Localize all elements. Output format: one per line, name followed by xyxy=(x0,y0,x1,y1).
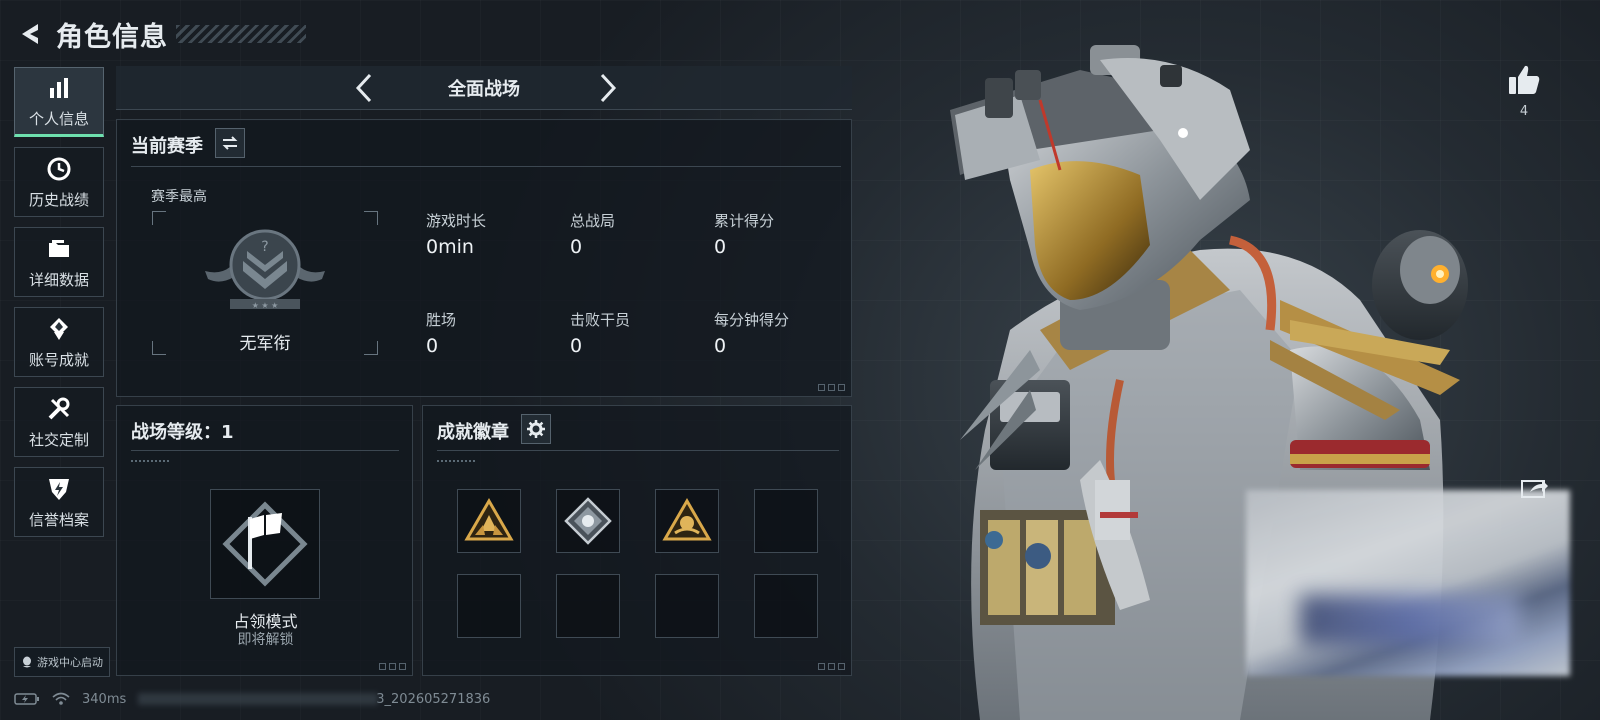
blurred-overlay xyxy=(1246,490,1570,676)
share-button[interactable] xyxy=(1520,478,1550,500)
stat-value-total-matches: 0 xyxy=(570,236,583,258)
badge-slot-8[interactable] xyxy=(754,574,818,638)
session-id-suffix: 3_202605271836 xyxy=(376,691,491,707)
battlefield-panel-divider xyxy=(131,450,399,451)
badge-slot-5[interactable] xyxy=(457,574,521,638)
history-clock-icon xyxy=(45,155,73,183)
stat-value-score-per-minute: 0 xyxy=(714,335,727,357)
mode-selector: 全面战场 xyxy=(116,66,852,110)
share-icon xyxy=(1521,480,1548,498)
blurred-player-id xyxy=(138,693,379,705)
blurred-overlay-band xyxy=(1300,595,1520,645)
rank-label: 无军衔 xyxy=(239,334,291,354)
stat-label-playtime: 游戏时长 xyxy=(426,212,487,230)
sidebar-item-personal-info[interactable]: 个人信息 xyxy=(14,67,104,137)
panel-corner-decoration xyxy=(379,663,406,670)
panel-corner-decoration xyxy=(818,663,845,670)
season-switch-button[interactable] xyxy=(215,128,245,158)
wifi-icon xyxy=(52,692,70,705)
like-button[interactable] xyxy=(1506,62,1542,98)
badge-slot-2[interactable] xyxy=(556,489,620,553)
thumbs-up-icon xyxy=(1509,65,1540,94)
season-panel-divider xyxy=(131,166,841,167)
badge-slot-7[interactable] xyxy=(655,574,719,638)
game-center-launch-tag[interactable]: 游戏中心启动 xyxy=(14,647,110,677)
like-count: 4 xyxy=(1519,104,1529,119)
sidebar-item-social-customization[interactable]: 社交定制 xyxy=(14,387,104,457)
status-bar: 340ms 3_202605271836 xyxy=(14,688,490,710)
achievement-medal-icon xyxy=(45,315,73,343)
chevron-left-icon xyxy=(355,73,372,103)
stat-value-total-score: 0 xyxy=(714,236,727,258)
achievements-settings-button[interactable] xyxy=(521,414,551,444)
back-button[interactable] xyxy=(14,18,46,50)
gold-triangle-emblem-badge-icon xyxy=(662,498,712,541)
mode-prev-button[interactable] xyxy=(348,72,380,104)
qq-icon xyxy=(23,656,31,668)
stat-value-playtime: 0min xyxy=(426,236,474,258)
ping-readout: 340ms xyxy=(82,691,127,707)
badge-slot-4[interactable] xyxy=(754,489,818,553)
panel-tick-decoration xyxy=(437,460,477,462)
sidebar-item-label: 账号成就 xyxy=(28,350,89,369)
stat-label-total-matches: 总战局 xyxy=(570,212,616,230)
sidebar-item-reputation[interactable]: 信誉档案 xyxy=(14,467,104,537)
page-title: 角色信息 xyxy=(56,21,168,53)
sidebar-item-label: 个人信息 xyxy=(28,109,89,128)
sidebar-item-label: 社交定制 xyxy=(28,430,89,449)
game-screen: 角色信息 个人信息 历史战绩 详细数据 账号成就 社交定制 信誉档案 游戏中心启… xyxy=(0,0,1600,720)
battlefield-level-title: 战场等级：1 xyxy=(131,422,234,443)
sidebar-item-label: 信誉档案 xyxy=(28,510,89,529)
stat-label-total-score: 累计得分 xyxy=(714,212,775,230)
badge-slot-3[interactable] xyxy=(655,489,719,553)
season-panel-title: 当前赛季 xyxy=(131,136,203,157)
silver-diamond-badge-icon xyxy=(564,497,612,545)
capture-mode-status: 即将解锁 xyxy=(237,632,294,648)
swap-arrows-icon xyxy=(222,136,238,150)
achievements-title: 成就徽章 xyxy=(437,422,509,443)
badge-slot-1[interactable] xyxy=(457,489,521,553)
rank-emblem-icon: ? ★ ★ ★ xyxy=(205,229,325,310)
stat-label-wins: 胜场 xyxy=(426,311,457,329)
sidebar-item-match-history[interactable]: 历史战绩 xyxy=(14,147,104,217)
panel-corner-decoration xyxy=(818,384,845,391)
back-arrow-icon xyxy=(22,24,38,44)
sidebar-item-detailed-data[interactable]: 详细数据 xyxy=(14,227,104,297)
sidebar-item-account-achievements[interactable]: 账号成就 xyxy=(14,307,104,377)
header-stripes xyxy=(176,25,306,43)
sidebar-item-label: 历史战绩 xyxy=(28,190,89,209)
svg-text:?: ? xyxy=(261,239,268,255)
stat-value-operators-defeated: 0 xyxy=(570,335,583,357)
season-best-label: 赛季最高 xyxy=(151,189,207,205)
gear-icon xyxy=(527,420,545,438)
header: 角色信息 xyxy=(14,14,306,54)
battery-icon xyxy=(14,693,39,705)
sidebar-item-label: 详细数据 xyxy=(28,270,89,289)
game-center-label: 游戏中心启动 xyxy=(37,656,103,669)
svg-text:★ ★ ★: ★ ★ ★ xyxy=(252,301,279,310)
bar-chart-icon xyxy=(45,74,73,102)
capture-mode-card[interactable] xyxy=(210,489,320,599)
badge-slot-6[interactable] xyxy=(556,574,620,638)
folder-icon xyxy=(45,235,73,263)
stat-value-wins: 0 xyxy=(426,335,439,357)
capture-flag-icon xyxy=(222,501,308,587)
tools-icon xyxy=(45,395,73,423)
stat-label-score-per-minute: 每分钟得分 xyxy=(714,311,790,329)
mode-title: 全面战场 xyxy=(448,78,520,100)
chevron-right-icon xyxy=(600,73,617,103)
rank-emblem-frame: ? ★ ★ ★ 无军衔 xyxy=(152,211,378,355)
achievements-panel-divider xyxy=(437,450,839,451)
reputation-shield-icon xyxy=(45,475,73,503)
stat-label-operators-defeated: 击败干员 xyxy=(570,311,631,329)
panel-tick-decoration xyxy=(131,460,171,462)
mode-next-button[interactable] xyxy=(592,72,624,104)
gold-triangle-badge-icon xyxy=(464,498,514,541)
sidebar: 个人信息 历史战绩 详细数据 账号成就 社交定制 信誉档案 xyxy=(14,67,106,547)
